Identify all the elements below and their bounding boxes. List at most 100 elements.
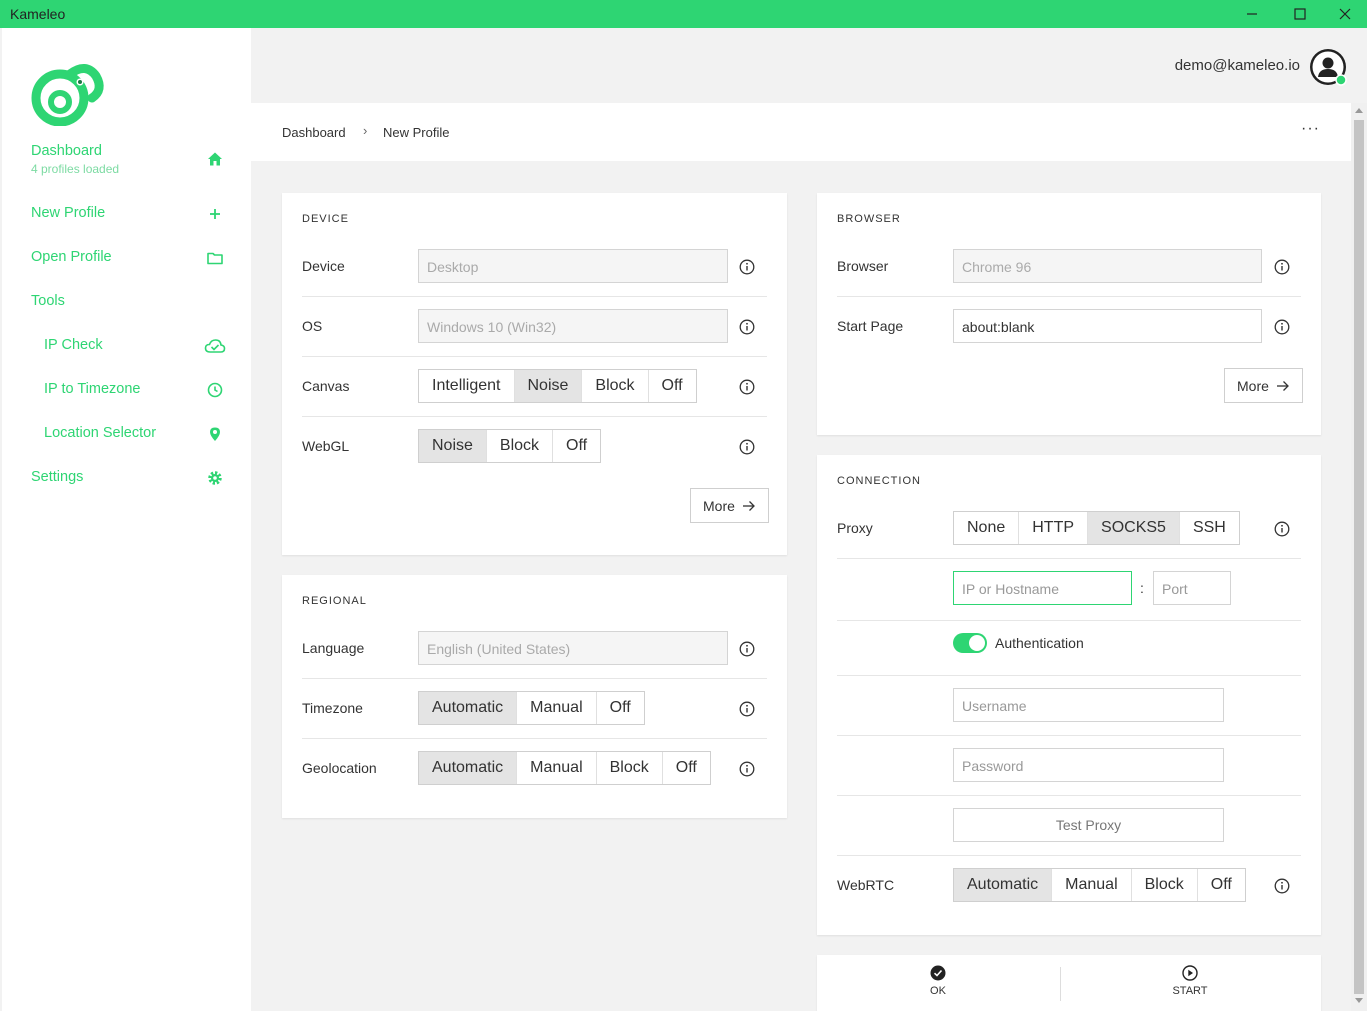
test-proxy-button[interactable]: Test Proxy — [953, 808, 1224, 842]
webrtc-option-off[interactable]: Off — [1196, 869, 1245, 901]
geolocation-segmented-control: Automatic Manual Block Off — [418, 751, 711, 785]
sidebar-item-label: Open Profile — [31, 249, 112, 265]
canvas-option-noise[interactable]: Noise — [513, 370, 582, 402]
sidebar-item-location-selector[interactable]: Location Selector — [31, 422, 241, 446]
divider — [837, 558, 1301, 559]
browser-more-button[interactable]: More — [1224, 368, 1303, 403]
geolocation-option-off[interactable]: Off — [661, 752, 710, 784]
info-icon[interactable] — [1274, 521, 1290, 537]
sidebar-item-dashboard[interactable]: Dashboard 4 profiles loaded — [31, 140, 241, 180]
canvas-option-off[interactable]: Off — [647, 370, 696, 402]
sidebar-item-tools[interactable]: Tools — [31, 290, 241, 314]
os-field[interactable]: Windows 10 (Win32) — [418, 309, 728, 343]
start-button[interactable]: START — [1140, 965, 1240, 997]
device-card: DEVICE Device Desktop OS Windows 10 (Win… — [282, 193, 787, 555]
info-icon[interactable] — [1274, 259, 1290, 275]
proxy-option-none[interactable]: None — [954, 512, 1018, 544]
webrtc-option-manual[interactable]: Manual — [1051, 869, 1130, 901]
language-label: Language — [302, 640, 365, 656]
geolocation-option-manual[interactable]: Manual — [516, 752, 595, 784]
device-more-button[interactable]: More — [690, 488, 769, 523]
proxy-username-input[interactable]: Username — [953, 688, 1224, 722]
arrow-right-icon — [1276, 380, 1289, 391]
canvas-option-block[interactable]: Block — [581, 370, 647, 402]
info-icon[interactable] — [739, 259, 755, 275]
authentication-toggle[interactable] — [953, 633, 987, 653]
language-field[interactable]: English (United States) — [418, 631, 728, 665]
timezone-option-off[interactable]: Off — [595, 692, 644, 724]
browser-card: BROWSER Browser Chrome 96 Start Page abo… — [817, 193, 1321, 435]
os-label: OS — [302, 318, 323, 334]
proxy-option-http[interactable]: HTTP — [1018, 512, 1087, 544]
maximize-icon — [1294, 8, 1306, 20]
webrtc-option-block[interactable]: Block — [1130, 869, 1197, 901]
info-icon[interactable] — [1274, 319, 1290, 335]
browser-card-title: BROWSER — [837, 213, 901, 225]
webrtc-option-automatic[interactable]: Automatic — [954, 869, 1052, 901]
maximize-button[interactable] — [1277, 0, 1323, 28]
webgl-option-block[interactable]: Block — [485, 430, 552, 462]
window-title: Kameleo — [10, 6, 66, 22]
minimize-button[interactable] — [1229, 0, 1275, 28]
proxy-password-input[interactable]: Password — [953, 748, 1224, 782]
scroll-down-icon[interactable] — [1355, 998, 1363, 1003]
divider — [837, 855, 1301, 856]
scrollbar[interactable] — [1351, 103, 1367, 1011]
action-bar: OK START — [817, 955, 1321, 1011]
proxy-host-input[interactable]: IP or Hostname — [953, 571, 1132, 605]
close-button[interactable] — [1322, 0, 1367, 28]
cloud-check-icon — [204, 339, 226, 353]
browser-field[interactable]: Chrome 96 — [953, 249, 1262, 283]
play-circle-icon — [1182, 965, 1198, 981]
webgl-option-off[interactable]: Off — [552, 430, 600, 462]
sidebar: Dashboard 4 profiles loaded New Profile … — [2, 28, 251, 1011]
geolocation-option-block[interactable]: Block — [595, 752, 662, 784]
webgl-option-noise[interactable]: Noise — [419, 430, 486, 462]
canvas-label: Canvas — [302, 378, 350, 394]
sidebar-item-settings[interactable]: Settings — [31, 466, 241, 490]
connection-card: CONNECTION Proxy None HTTP SOCKS5 SSH IP… — [817, 455, 1321, 935]
sidebar-item-label: IP to Timezone — [44, 381, 141, 397]
proxy-port-input[interactable]: Port — [1153, 571, 1231, 605]
divider — [1060, 967, 1061, 1001]
info-icon[interactable] — [739, 439, 755, 455]
scroll-up-icon[interactable] — [1355, 108, 1363, 113]
proxy-option-socks5[interactable]: SOCKS5 — [1087, 512, 1179, 544]
user-email[interactable]: demo@kameleo.io — [1175, 57, 1300, 74]
ok-button[interactable]: OK — [888, 965, 988, 997]
more-button-label: More — [703, 497, 735, 514]
sidebar-item-new-profile[interactable]: New Profile — [31, 202, 241, 226]
canvas-option-intelligent[interactable]: Intelligent — [419, 370, 514, 402]
scrollbar-thumb[interactable] — [1354, 120, 1364, 994]
info-icon[interactable] — [739, 761, 755, 777]
divider — [302, 296, 767, 297]
kameleo-logo — [31, 64, 104, 126]
avatar[interactable] — [1309, 48, 1347, 86]
divider — [837, 735, 1301, 736]
device-field[interactable]: Desktop — [418, 249, 728, 283]
start-page-field[interactable]: about:blank — [953, 309, 1262, 343]
ok-label: OK — [930, 985, 946, 997]
sidebar-item-ip-check[interactable]: IP Check — [31, 334, 241, 358]
proxy-option-ssh[interactable]: SSH — [1178, 512, 1239, 544]
device-card-title: DEVICE — [302, 213, 349, 225]
more-button-label: More — [1237, 377, 1269, 394]
sidebar-item-ip-to-timezone[interactable]: IP to Timezone — [31, 378, 241, 402]
breadcrumb-dashboard[interactable]: Dashboard — [282, 125, 346, 140]
info-icon[interactable] — [739, 641, 755, 657]
info-icon[interactable] — [739, 379, 755, 395]
canvas-segmented-control: Intelligent Noise Block Off — [418, 369, 697, 403]
more-options-icon[interactable]: ··· — [1301, 120, 1320, 138]
geolocation-option-automatic[interactable]: Automatic — [419, 752, 517, 784]
info-icon[interactable] — [739, 701, 755, 717]
sidebar-item-label: IP Check — [44, 337, 103, 353]
info-icon[interactable] — [1274, 878, 1290, 894]
proxy-label: Proxy — [837, 520, 873, 536]
title-bar: Kameleo — [0, 0, 1367, 28]
sidebar-item-open-profile[interactable]: Open Profile — [31, 246, 241, 270]
connection-card-title: CONNECTION — [837, 475, 921, 487]
timezone-option-automatic[interactable]: Automatic — [419, 692, 517, 724]
timezone-option-manual[interactable]: Manual — [516, 692, 595, 724]
breadcrumb: Dashboard › New Profile ··· — [251, 103, 1351, 161]
info-icon[interactable] — [739, 319, 755, 335]
